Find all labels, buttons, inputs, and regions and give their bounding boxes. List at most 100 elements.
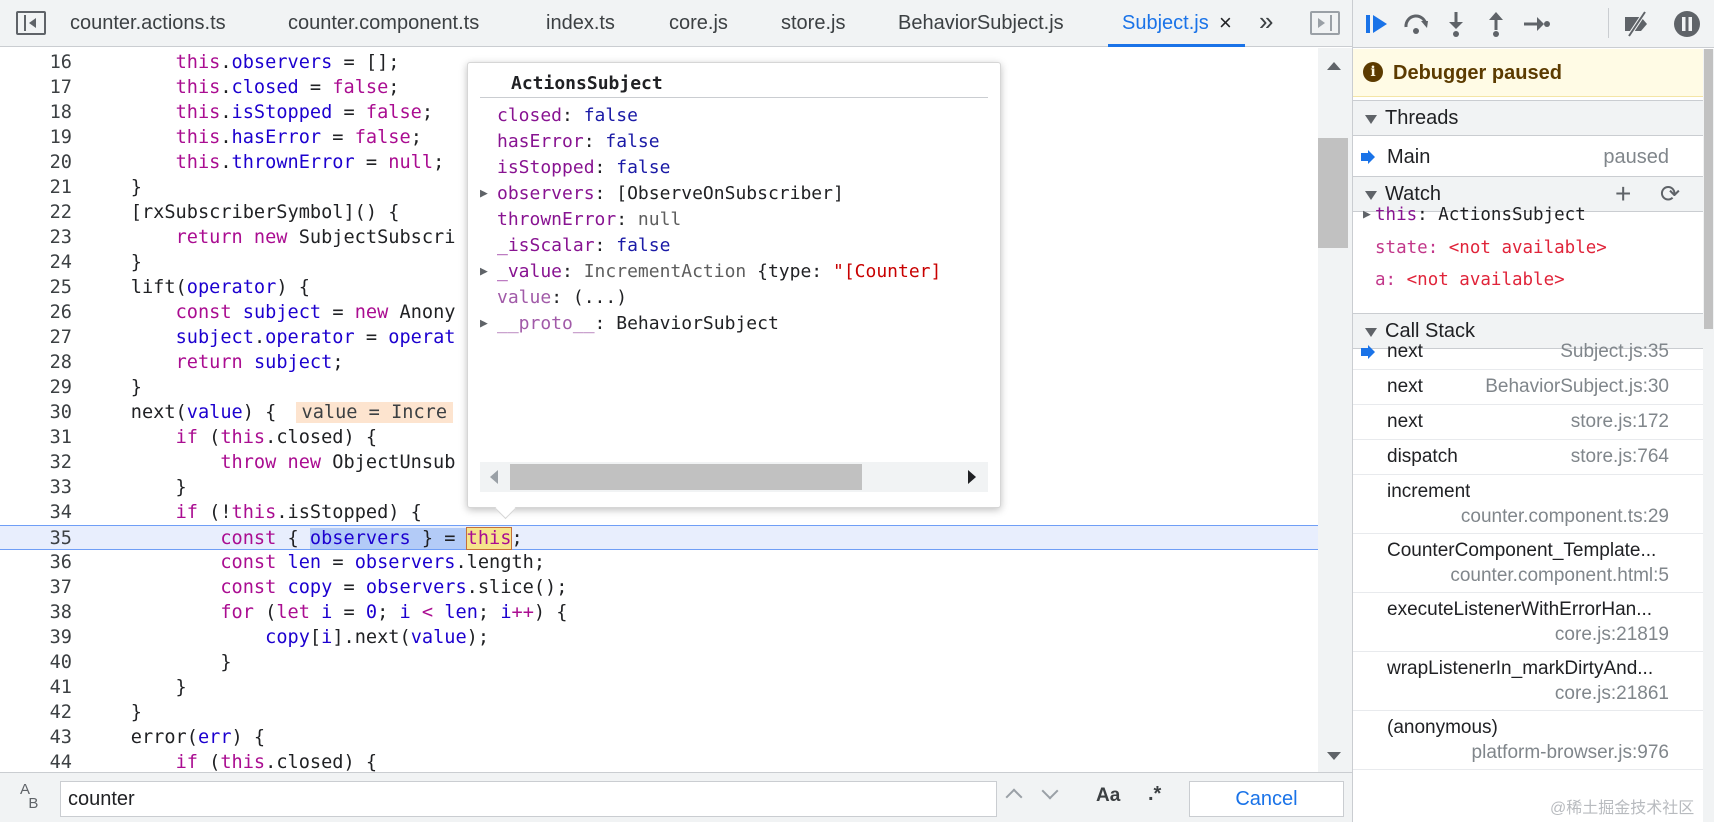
code-text: } — [86, 477, 187, 498]
line-number[interactable]: 42 — [0, 700, 72, 725]
line-number[interactable]: 18 — [0, 100, 72, 125]
code-line[interactable]: 38 for (let i = 0; i < len; i++) { — [0, 600, 1318, 625]
line-number[interactable]: 40 — [0, 650, 72, 675]
line-number[interactable]: 39 — [0, 625, 72, 650]
file-tab[interactable]: counter.actions.ts — [70, 0, 226, 47]
line-number[interactable]: 25 — [0, 275, 72, 300]
sidebar-scrollbar[interactable] — [1703, 49, 1714, 822]
code-text: const subject = new Anony — [175, 302, 456, 323]
call-frame[interactable]: increment counter.component.ts:29 — [1353, 475, 1703, 534]
popover-scroll-thumb[interactable] — [510, 464, 862, 490]
watch-expression-row[interactable]: state: <not available> — [1353, 232, 1703, 264]
scroll-left-icon[interactable] — [490, 470, 498, 484]
line-number[interactable]: 17 — [0, 75, 72, 100]
file-tab[interactable]: store.js — [781, 0, 845, 47]
line-number[interactable]: 30 — [0, 400, 72, 425]
thread-row-main[interactable]: Main paused — [1353, 139, 1703, 175]
toggle-debugger-sidebar-icon[interactable] — [1310, 11, 1340, 35]
line-number[interactable]: 24 — [0, 250, 72, 275]
file-tab[interactable]: index.ts — [546, 0, 615, 47]
call-frame[interactable]: (anonymous) platform-browser.js:976 — [1353, 711, 1703, 770]
line-number[interactable]: 19 — [0, 125, 72, 150]
expand-arrow-icon[interactable]: ▶ — [480, 311, 497, 337]
line-number[interactable]: 38 — [0, 600, 72, 625]
call-frame[interactable]: next Subject.js:35 — [1353, 335, 1703, 370]
line-number[interactable]: 37 — [0, 575, 72, 600]
expand-arrow-icon[interactable]: ▶ — [480, 259, 497, 285]
step-into-icon[interactable] — [1440, 8, 1472, 40]
line-number[interactable]: 44 — [0, 750, 72, 772]
frame-location: store.js:172 — [1570, 411, 1669, 432]
replace-toggle-icon[interactable]: A B — [20, 782, 38, 811]
file-tab[interactable]: Subject.js × — [1108, 0, 1245, 47]
close-tab-icon[interactable]: × — [1219, 0, 1232, 46]
sidebar-scroll-thumb[interactable] — [1704, 49, 1713, 329]
file-tab[interactable]: BehaviorSubject.js — [898, 0, 1064, 47]
expand-arrow-icon[interactable]: ▶ — [1363, 199, 1371, 231]
code-line[interactable]: 36 const len = observers.length; — [0, 550, 1318, 575]
line-number[interactable]: 36 — [0, 550, 72, 575]
cancel-search-button[interactable]: Cancel — [1189, 781, 1344, 817]
step-icon[interactable] — [1520, 8, 1552, 40]
editor-scrollbar[interactable] — [1318, 48, 1352, 772]
match-case-button[interactable]: Aa — [1096, 785, 1120, 807]
info-icon: i — [1363, 62, 1383, 83]
line-number[interactable]: 22 — [0, 200, 72, 225]
line-number[interactable]: 26 — [0, 300, 72, 325]
line-number[interactable]: 20 — [0, 150, 72, 175]
property-row[interactable]: ▶ observers: [ObserveOnSubscriber] — [480, 181, 844, 207]
line-number[interactable]: 29 — [0, 375, 72, 400]
watch-expression-row[interactable]: a: <not available> — [1353, 264, 1703, 296]
code-line[interactable]: 40 } — [0, 650, 1318, 675]
line-number[interactable]: 34 — [0, 500, 72, 525]
execution-line[interactable]: 35 const { observers } = this; — [0, 525, 1318, 550]
scroll-right-icon[interactable] — [968, 470, 976, 484]
property-row[interactable]: ▶ _value: IncrementAction {type: "[Counte… — [480, 259, 941, 285]
line-number[interactable]: 35 — [0, 526, 72, 551]
editor-scroll-thumb[interactable] — [1318, 138, 1348, 248]
previous-match-icon[interactable] — [1005, 788, 1023, 806]
call-frame[interactable]: CounterComponent_Template... counter.comp… — [1353, 534, 1703, 593]
regex-button[interactable]: .* — [1148, 783, 1161, 806]
line-number[interactable]: 31 — [0, 425, 72, 450]
resume-icon[interactable] — [1361, 8, 1393, 40]
code-line[interactable]: 39 copy[i].next(value); — [0, 625, 1318, 650]
popover-horizontal-scrollbar[interactable] — [480, 462, 988, 492]
call-frame[interactable]: wrapListenerIn_markDirtyAnd... core.js:21… — [1353, 652, 1703, 711]
file-tab[interactable]: core.js — [669, 0, 728, 47]
step-over-icon[interactable] — [1400, 8, 1432, 40]
line-number[interactable]: 23 — [0, 225, 72, 250]
threads-section-header[interactable]: Threads — [1353, 100, 1703, 136]
line-number[interactable]: 41 — [0, 675, 72, 700]
property-row[interactable]: ▶ __proto__: BehaviorSubject — [480, 311, 779, 337]
code-line[interactable]: 44 if (this.closed) { — [0, 750, 1318, 772]
code-text: } — [86, 702, 142, 723]
step-out-icon[interactable] — [1480, 8, 1512, 40]
scroll-down-icon[interactable] — [1327, 752, 1341, 760]
code-line[interactable]: 43 error(err) { — [0, 725, 1318, 750]
search-input[interactable] — [60, 781, 997, 817]
line-number[interactable]: 27 — [0, 325, 72, 350]
scroll-up-icon[interactable] — [1327, 62, 1341, 70]
line-number[interactable]: 32 — [0, 450, 72, 475]
file-tab[interactable]: counter.component.ts — [288, 0, 479, 47]
line-number[interactable]: 28 — [0, 350, 72, 375]
toggle-navigator-icon[interactable] — [16, 11, 46, 35]
call-frame[interactable]: next BehaviorSubject.js:30 — [1353, 370, 1703, 405]
code-line[interactable]: 42 } — [0, 700, 1318, 725]
line-number[interactable]: 21 — [0, 175, 72, 200]
deactivate-breakpoints-icon[interactable] — [1621, 8, 1653, 40]
code-line[interactable]: 41 } — [0, 675, 1318, 700]
code-line[interactable]: 37 const copy = observers.slice(); — [0, 575, 1318, 600]
line-number[interactable]: 33 — [0, 475, 72, 500]
call-frame[interactable]: dispatch store.js:764 — [1353, 440, 1703, 475]
more-tabs-icon[interactable]: » — [1259, 6, 1274, 37]
next-match-icon[interactable] — [1041, 782, 1059, 800]
line-number[interactable]: 16 — [0, 50, 72, 75]
watch-expression-row[interactable]: ▶ this: ActionsSubject — [1353, 199, 1703, 231]
pause-on-exceptions-icon[interactable] — [1671, 8, 1703, 40]
expand-arrow-icon[interactable]: ▶ — [480, 181, 497, 207]
call-frame[interactable]: executeListenerWithErrorHan... core.js:21… — [1353, 593, 1703, 652]
call-frame[interactable]: next store.js:172 — [1353, 405, 1703, 440]
line-number[interactable]: 43 — [0, 725, 72, 750]
